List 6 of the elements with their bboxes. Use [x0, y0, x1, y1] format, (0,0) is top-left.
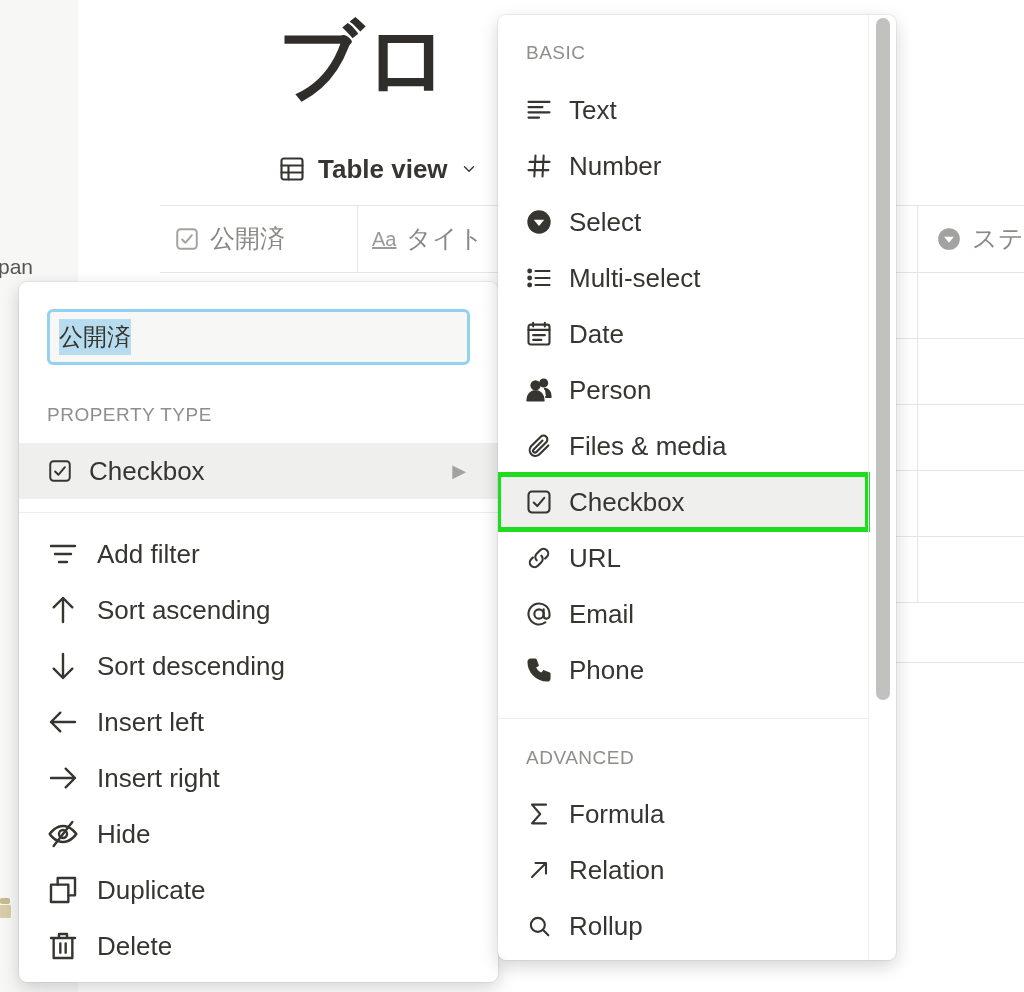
submenu-arrow-icon: ▶	[452, 457, 466, 485]
section-heading: ADVANCED	[525, 746, 636, 770]
section-heading: PROPERTY TYPE	[47, 403, 213, 427]
page-title: ブロ	[278, 18, 450, 102]
text-type-icon: Aa	[372, 224, 397, 254]
section-heading: BASIC	[525, 41, 587, 65]
